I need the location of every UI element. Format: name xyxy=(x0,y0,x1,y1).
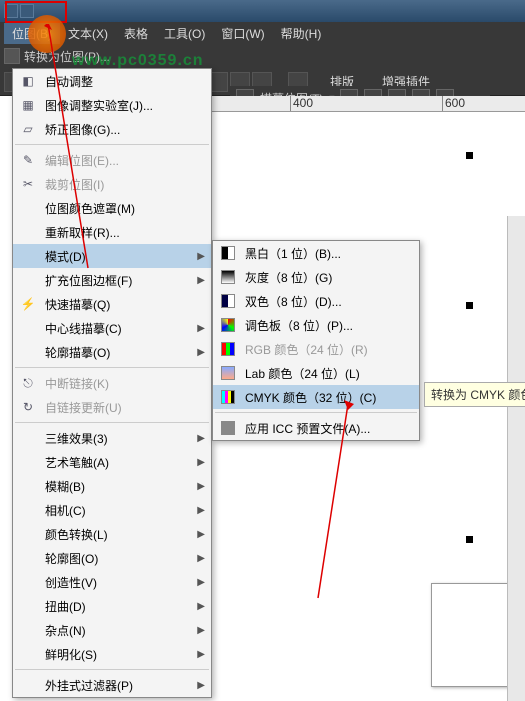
menu-item-label: 位图颜色遮罩(M) xyxy=(45,200,135,217)
menu-item[interactable]: 重新取样(R)... xyxy=(13,220,211,244)
convert-bitmap-icon[interactable] xyxy=(4,48,20,64)
submenu-item[interactable]: 灰度（8 位）(G) xyxy=(213,265,419,289)
bitmap-menu: ◧自动调整▦图像调整实验室(J)...▱矫正图像(G)... ✎编辑位图(E)..… xyxy=(12,68,212,698)
submenu-item: RGB 颜色（24 位）(R) xyxy=(213,337,419,361)
menu-item[interactable]: 模式(D)▶ xyxy=(13,244,211,268)
ruler-tick: 400 xyxy=(290,96,313,111)
menu-item[interactable]: 模糊(B)▶ xyxy=(13,474,211,498)
menu-item-label: 图像调整实验室(J)... xyxy=(45,97,153,114)
submenu-item[interactable]: 双色（8 位）(D)... xyxy=(213,289,419,313)
submenu-item[interactable]: CMYK 颜色（32 位）(C) xyxy=(213,385,419,409)
menu-item[interactable]: 位图颜色遮罩(M) xyxy=(13,196,211,220)
sys-button[interactable] xyxy=(20,4,34,18)
menu-item-label: 裁剪位图(I) xyxy=(45,176,104,193)
menu-item-label: 创造性(V) xyxy=(45,574,97,591)
menu-item-label: 鲜明化(S) xyxy=(45,646,97,663)
menu-item[interactable]: 杂点(N)▶ xyxy=(13,618,211,642)
page-preview xyxy=(431,583,511,687)
color-palette[interactable] xyxy=(507,216,525,701)
menu-item-label: 杂点(N) xyxy=(45,622,86,639)
submenu-item-label: 灰度（8 位）(G) xyxy=(245,269,332,286)
menu-item-label: 相机(C) xyxy=(45,502,86,519)
menu-item[interactable]: 三维效果(3)▶ xyxy=(13,426,211,450)
selection-handle[interactable] xyxy=(466,536,473,543)
submenu-item[interactable]: Lab 颜色（24 位）(L) xyxy=(213,361,419,385)
menu-item[interactable]: 轮廓描摹(O)▶ xyxy=(13,340,211,364)
menu-item-label: 快速描摹(Q) xyxy=(45,296,110,313)
menu-item-label: 轮廓图(O) xyxy=(45,550,98,567)
menu-bar: 位图(B) 文本(X) 表格 工具(O) 窗口(W) 帮助(H) xyxy=(0,22,525,44)
menu-item-label: 模糊(B) xyxy=(45,478,85,495)
menu-window[interactable]: 窗口(W) xyxy=(213,23,272,44)
menu-item[interactable]: ▦图像调整实验室(J)... xyxy=(13,93,211,117)
submenu-item[interactable]: 应用 ICC 预置文件(A)... xyxy=(213,416,419,440)
selection-handle[interactable] xyxy=(466,302,473,309)
menu-item-label: 编辑位图(E)... xyxy=(45,152,119,169)
menu-item-label: 艺术笔触(A) xyxy=(45,454,109,471)
menu-item[interactable]: 扩充位图边框(F)▶ xyxy=(13,268,211,292)
submenu-item-label: RGB 颜色（24 位）(R) xyxy=(245,341,368,358)
menu-item-label: 轮廓描摹(O) xyxy=(45,344,110,361)
menu-table[interactable]: 表格 xyxy=(116,23,156,44)
selection-handle[interactable] xyxy=(466,152,473,159)
submenu-item[interactable]: 黑白（1 位）(B)... xyxy=(213,241,419,265)
menu-item-label: 扭曲(D) xyxy=(45,598,86,615)
menu-item: ✂裁剪位图(I) xyxy=(13,172,211,196)
menu-help[interactable]: 帮助(H) xyxy=(273,23,330,44)
menu-item-label: 矫正图像(G)... xyxy=(45,121,120,138)
mode-submenu: 黑白（1 位）(B)... 灰度（8 位）(G) 双色（8 位）(D)... 调色板（… xyxy=(212,240,420,441)
submenu-item-label: Lab 颜色（24 位）(L) xyxy=(245,365,360,382)
menu-item[interactable]: ▱矫正图像(G)... xyxy=(13,117,211,141)
sys-button[interactable] xyxy=(4,4,18,18)
watermark-logo-icon xyxy=(28,15,66,53)
menu-item-label: 自动调整 xyxy=(45,73,93,90)
menu-item[interactable]: 相机(C)▶ xyxy=(13,498,211,522)
submenu-item-label: 黑白（1 位）(B)... xyxy=(245,245,341,262)
menu-item[interactable]: 艺术笔触(A)▶ xyxy=(13,450,211,474)
menu-item: ⎋中断链接(K) xyxy=(13,371,211,395)
title-bar xyxy=(0,0,525,22)
menu-item[interactable]: 颜色转换(L)▶ xyxy=(13,522,211,546)
menu-item-label: 重新取样(R)... xyxy=(45,224,120,241)
menu-item-label: 外挂式过滤器(P) xyxy=(45,677,133,694)
menu-item-label: 颜色转换(L) xyxy=(45,526,108,543)
menu-item[interactable]: 外挂式过滤器(P)▶ xyxy=(13,673,211,697)
menu-item-label: 中断链接(K) xyxy=(45,375,109,392)
submenu-item-label: 调色板（8 位）(P)... xyxy=(245,317,353,334)
menu-tools[interactable]: 工具(O) xyxy=(156,23,213,44)
menu-item[interactable]: ⚡快速描摹(Q) xyxy=(13,292,211,316)
menu-item[interactable]: 创造性(V)▶ xyxy=(13,570,211,594)
menu-item-label: 中心线描摹(C) xyxy=(45,320,122,337)
menu-item: ✎编辑位图(E)... xyxy=(13,148,211,172)
menu-text[interactable]: 文本(X) xyxy=(60,23,116,44)
submenu-item[interactable]: 调色板（8 位）(P)... xyxy=(213,313,419,337)
menu-item[interactable]: 轮廓图(O)▶ xyxy=(13,546,211,570)
menu-item[interactable]: 鲜明化(S)▶ xyxy=(13,642,211,666)
menu-item[interactable]: 中心线描摹(C)▶ xyxy=(13,316,211,340)
submenu-item-label: 应用 ICC 预置文件(A)... xyxy=(245,420,370,437)
menu-item-label: 模式(D) xyxy=(45,248,86,265)
ruler-tick: 600 xyxy=(442,96,465,111)
menu-item-label: 自链接更新(U) xyxy=(45,399,122,416)
submenu-item-label: CMYK 颜色（32 位）(C) xyxy=(245,389,376,406)
menu-item: ↻自链接更新(U) xyxy=(13,395,211,419)
menu-item[interactable]: 扭曲(D)▶ xyxy=(13,594,211,618)
tooltip: 转换为 CMYK 颜色 xyxy=(424,382,525,407)
menu-item-label: 三维效果(3) xyxy=(45,430,108,447)
menu-item[interactable]: ◧自动调整 xyxy=(13,69,211,93)
menu-item-label: 扩充位图边框(F) xyxy=(45,272,132,289)
submenu-item-label: 双色（8 位）(D)... xyxy=(245,293,342,310)
